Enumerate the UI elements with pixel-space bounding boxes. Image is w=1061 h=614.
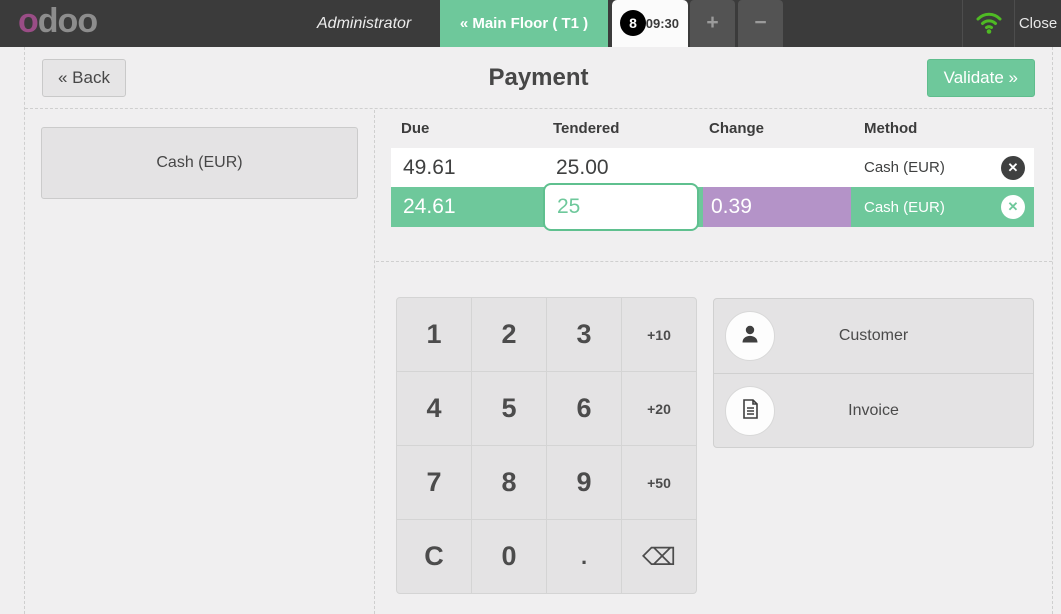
page-title: Payment xyxy=(25,47,1052,109)
payment-screen: « Back Payment Validate » Cash (EUR) Due… xyxy=(0,47,1061,614)
new-order-button[interactable]: + xyxy=(690,0,735,47)
tendered-amount: 25.00 xyxy=(546,148,703,187)
numpad-key-1[interactable]: 1 xyxy=(397,298,471,371)
method-label: Cash (EUR) xyxy=(864,199,1001,216)
payment-body: Cash (EUR) Due Tendered Change Method xyxy=(25,110,1052,614)
numpad-key-0[interactable]: 0 xyxy=(472,520,546,593)
numpad-key-backspace[interactable]: ⌫ xyxy=(622,520,696,593)
plus-icon: + xyxy=(706,11,718,34)
topbar-status-cluster: Close xyxy=(962,0,1061,47)
method-label: Cash (EUR) xyxy=(864,159,1001,176)
delete-icon: ✕ xyxy=(1008,160,1019,176)
order-tab[interactable]: 8 09:30 xyxy=(612,0,688,47)
numpad-key-8[interactable]: 8 xyxy=(472,446,546,519)
numpad-key-plus10[interactable]: +10 xyxy=(622,298,696,371)
minus-icon: − xyxy=(754,11,766,34)
numpad-key-plus50[interactable]: +50 xyxy=(622,446,696,519)
delete-paymentline-button[interactable]: ✕ xyxy=(1001,156,1025,180)
close-button[interactable]: Close xyxy=(1014,0,1061,47)
payment-line-row-selected[interactable]: 24.61 0.39 Cash (EUR) ✕ xyxy=(391,187,1034,227)
numpad-key-4[interactable]: 4 xyxy=(397,372,471,445)
payment-method-cell: Cash (EUR) ✕ xyxy=(851,148,1034,187)
backspace-icon: ⌫ xyxy=(642,543,676,571)
payment-numpad: 1 2 3 +10 4 5 6 +20 7 8 9 +50 C xyxy=(396,297,697,594)
main-floor-button[interactable]: « Main Floor ( T1 ) xyxy=(440,0,608,47)
payment-side-actions: Customer xyxy=(713,298,1034,448)
column-header-due: Due xyxy=(391,120,546,148)
odoo-logo-rest: doo xyxy=(38,2,97,40)
customer-button[interactable]: Customer xyxy=(714,299,1033,373)
wifi-icon xyxy=(974,8,1004,40)
due-amount: 24.61 xyxy=(391,187,546,227)
change-amount xyxy=(703,148,851,187)
numpad-key-5[interactable]: 5 xyxy=(472,372,546,445)
numpad-key-plus20[interactable]: +20 xyxy=(622,372,696,445)
username-label: Administrator xyxy=(317,0,411,47)
payment-line-row[interactable]: 49.61 25.00 Cash (EUR) ✕ xyxy=(391,148,1034,187)
column-header-method: Method xyxy=(851,120,1034,148)
delete-icon: ✕ xyxy=(1008,199,1019,215)
validate-button[interactable]: Validate » xyxy=(927,59,1035,97)
change-amount: 0.39 xyxy=(703,187,851,227)
order-time-label: 09:30 xyxy=(646,0,679,47)
paymentlines-table: Due Tendered Change Method 49.61 25.00 xyxy=(391,120,1034,227)
numpad-key-9[interactable]: 9 xyxy=(547,446,621,519)
paymentlines-header: Due Tendered Change Method xyxy=(391,120,1034,148)
numpad-key-2[interactable]: 2 xyxy=(472,298,546,371)
numpad-key-clear[interactable]: C xyxy=(397,520,471,593)
invoice-button[interactable]: Invoice xyxy=(714,373,1033,447)
odoo-logo: odoo xyxy=(18,2,97,41)
due-amount: 49.61 xyxy=(391,148,546,187)
remove-order-button[interactable]: − xyxy=(738,0,783,47)
tendered-cell xyxy=(546,187,703,227)
payment-method-cell: Cash (EUR) ✕ xyxy=(851,187,1034,227)
numpad-key-decimal[interactable]: . xyxy=(547,520,621,593)
numpad-key-6[interactable]: 6 xyxy=(547,372,621,445)
payment-method-cash-button[interactable]: Cash (EUR) xyxy=(41,127,358,199)
odoo-logo-first-letter: o xyxy=(18,2,38,40)
column-header-change: Change xyxy=(703,120,851,148)
payment-methods-pane: Cash (EUR) xyxy=(25,110,375,614)
payment-header: « Back Payment Validate » xyxy=(25,47,1052,109)
delete-paymentline-button[interactable]: ✕ xyxy=(1001,195,1025,219)
numpad-key-3[interactable]: 3 xyxy=(547,298,621,371)
column-header-tendered: Tendered xyxy=(546,120,703,148)
tendered-amount-input[interactable] xyxy=(543,183,699,231)
pos-payment-screen: odoo Administrator « Main Floor ( T1 ) 8… xyxy=(0,0,1061,614)
topbar: odoo Administrator « Main Floor ( T1 ) 8… xyxy=(0,0,1061,47)
connection-status xyxy=(962,0,1014,47)
customer-button-label: Customer xyxy=(714,299,1033,373)
invoice-button-label: Invoice xyxy=(714,374,1033,448)
payment-screen-inner: « Back Payment Validate » Cash (EUR) Due… xyxy=(24,47,1053,614)
order-count-badge: 8 xyxy=(620,10,646,36)
payment-lower-area: 1 2 3 +10 4 5 6 +20 7 8 9 +50 C xyxy=(376,263,1052,614)
numpad-key-7[interactable]: 7 xyxy=(397,446,471,519)
paymentlines-section: Due Tendered Change Method 49.61 25.00 xyxy=(376,110,1052,262)
payment-right-pane: Due Tendered Change Method 49.61 25.00 xyxy=(376,110,1052,614)
